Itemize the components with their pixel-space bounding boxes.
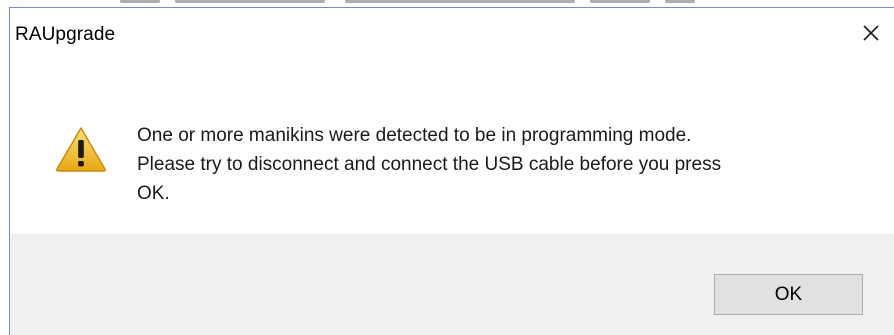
title-bar[interactable]: RAUpgrade: [10, 8, 894, 60]
ok-button[interactable]: OK: [714, 274, 863, 315]
dialog-content: One or more manikins were detected to be…: [10, 60, 894, 240]
dialog-title: RAUpgrade: [15, 24, 116, 45]
warning-icon: [56, 127, 106, 172]
message-dialog: RAUpgrade One or more manikins were dete…: [9, 7, 894, 335]
dialog-footer: OK: [10, 234, 894, 335]
close-icon: [863, 25, 879, 41]
close-button[interactable]: [848, 12, 894, 54]
screen: RAUpgrade One or more manikins were dete…: [0, 0, 894, 335]
dialog-message: One or more manikins were detected to be…: [137, 125, 722, 204]
